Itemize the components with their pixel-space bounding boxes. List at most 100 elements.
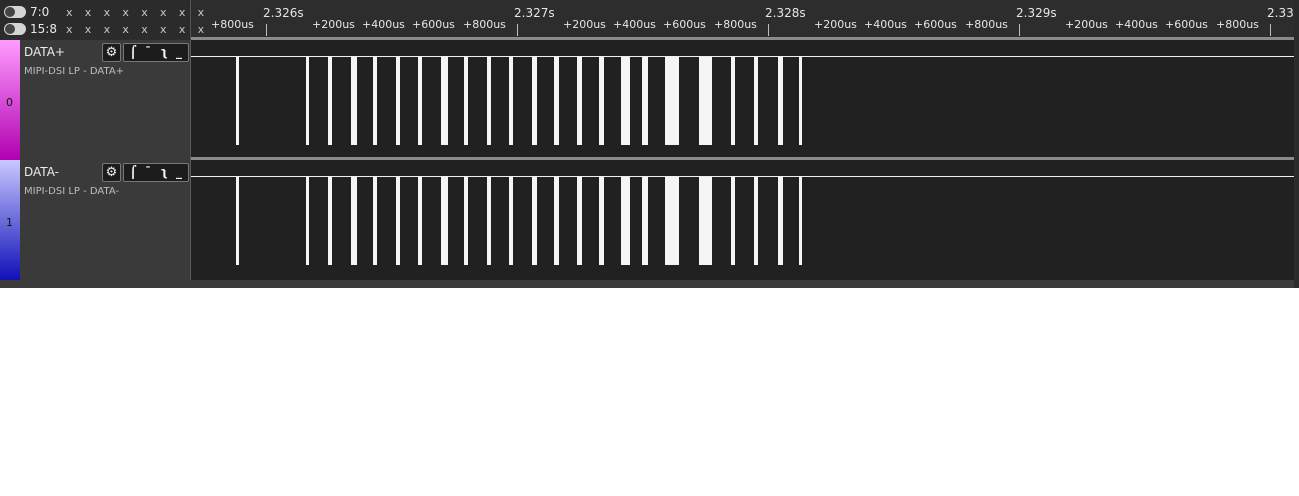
- signal-pulse: [554, 57, 559, 145]
- signal-pulse: [599, 177, 604, 265]
- signal-pulse: [799, 57, 802, 145]
- channel-number: 1: [6, 216, 13, 229]
- signal-pulse: [509, 177, 513, 265]
- low-level-trigger-icon[interactable]: _: [171, 44, 187, 61]
- major-tick-label: 2.326s: [263, 6, 304, 20]
- falling-edge-trigger-icon[interactable]: ʅ: [156, 44, 172, 61]
- signal-pulse: [351, 177, 357, 265]
- minor-tick-label: +200us: [1065, 18, 1108, 31]
- signal-pulse: [373, 177, 377, 265]
- signal-pulse: [236, 177, 239, 265]
- channel-analyzer-label: MIPI-DSI LP - DATA-: [24, 186, 120, 197]
- channel-color-strip[interactable]: 1: [0, 160, 20, 280]
- falling-edge-trigger-icon[interactable]: ʅ: [156, 164, 172, 181]
- high-level-trigger-icon[interactable]: ¯: [140, 44, 156, 61]
- signal-pulse: [642, 177, 648, 265]
- rising-edge-trigger-icon[interactable]: ⌠: [125, 44, 141, 61]
- time-ruler[interactable]: 2.326s 2.327s 2.328s 2.329s 2.33 +800us …: [191, 0, 1299, 39]
- minor-tick-label: +800us: [965, 18, 1008, 31]
- horizontal-scrollbar[interactable]: [0, 280, 1299, 288]
- channel-color-strip[interactable]: 0: [0, 40, 20, 160]
- signal-pulse: [577, 57, 582, 145]
- signal-pulse: [418, 57, 422, 145]
- signal-pulse: [441, 177, 448, 265]
- signal-pulse: [642, 57, 648, 145]
- bus-label: 7:0: [30, 5, 50, 19]
- signal-pulse: [328, 57, 332, 145]
- bus-row-low: 7:0 x x x x x x x x: [2, 3, 204, 20]
- minor-tick-label: +800us: [1216, 18, 1259, 31]
- trigger-buttons: ⌠ ¯ ʅ _: [123, 163, 189, 182]
- signal-pulse: [621, 177, 630, 265]
- major-tick-label: 2.33: [1267, 6, 1294, 20]
- signal-pulse: [306, 177, 309, 265]
- signal-pulse: [699, 57, 712, 145]
- signal-pulse: [665, 57, 679, 145]
- minor-tick-label: +200us: [563, 18, 606, 31]
- minor-tick-label: +400us: [613, 18, 656, 31]
- low-level-trigger-icon[interactable]: _: [171, 164, 187, 181]
- minor-tick-label: +400us: [1115, 18, 1158, 31]
- bus-label: 15:8: [30, 22, 57, 36]
- signal-pulse: [731, 177, 735, 265]
- bus-values: x x x x x x x x: [66, 6, 209, 19]
- waveform-svg: [191, 56, 1294, 145]
- high-level-trigger-icon[interactable]: ¯: [140, 164, 156, 181]
- signal-pulse: [373, 57, 377, 145]
- signal-pulse: [306, 57, 309, 145]
- signal-pulse: [799, 177, 802, 265]
- major-tick-mark: [1270, 24, 1271, 36]
- channel-number: 0: [6, 96, 13, 109]
- minor-tick-label: +800us: [463, 18, 506, 31]
- signal-pulse: [754, 57, 758, 145]
- channel-1-row: 1 DATA- MIPI-DSI LP - DATA- ⚙ ⌠ ¯ ʅ _: [0, 160, 1299, 280]
- signal-pulse: [621, 57, 630, 145]
- signal-pulse: [731, 57, 735, 145]
- signal-pulse: [396, 177, 400, 265]
- signal-pulse: [487, 57, 491, 145]
- minor-tick-label: +800us: [714, 18, 757, 31]
- signal-pulse: [532, 177, 537, 265]
- signal-pulse: [554, 177, 559, 265]
- minor-tick-label: +400us: [362, 18, 405, 31]
- gear-icon[interactable]: ⚙: [102, 163, 121, 182]
- channel-analyzer-label: MIPI-DSI LP - DATA+: [24, 66, 125, 77]
- channel-0-waveform[interactable]: [191, 40, 1294, 160]
- minor-tick-label: +600us: [914, 18, 957, 31]
- channel-name[interactable]: DATA+: [24, 45, 65, 59]
- signal-pulse: [351, 57, 357, 145]
- minor-tick-label: +200us: [814, 18, 857, 31]
- gear-icon[interactable]: ⚙: [102, 43, 121, 62]
- minor-tick-label: +400us: [864, 18, 907, 31]
- signal-pulse: [441, 57, 448, 145]
- signal-pulse: [754, 177, 758, 265]
- major-tick-mark: [517, 24, 518, 36]
- channel-name[interactable]: DATA-: [24, 165, 59, 179]
- signal-pulse: [396, 57, 400, 145]
- signal-pulse: [532, 57, 537, 145]
- bus-toggle-icon[interactable]: [4, 6, 26, 18]
- major-tick-mark: [1019, 24, 1020, 36]
- minor-tick-label: +600us: [1165, 18, 1208, 31]
- channel-0-row: 0 DATA+ MIPI-DSI LP - DATA+ ⚙ ⌠ ¯ ʅ _: [0, 40, 1299, 160]
- rising-edge-trigger-icon[interactable]: ⌠: [125, 164, 141, 181]
- signal-pulse: [778, 57, 783, 145]
- signal-pulse: [487, 177, 491, 265]
- signal-pulse: [464, 57, 468, 145]
- bus-values: x x x x x x x x: [66, 23, 209, 36]
- signal-pulse: [665, 177, 679, 265]
- timeline-header: 7:0 x x x x x x x x 15:8 x x x x x x x x…: [0, 0, 1299, 40]
- signal-pulse: [464, 177, 468, 265]
- minor-tick-label: +600us: [663, 18, 706, 31]
- major-tick-label: 2.327s: [514, 6, 555, 20]
- bus-display-panel: 7:0 x x x x x x x x 15:8 x x x x x x x x: [0, 0, 204, 39]
- major-tick-mark: [266, 24, 267, 36]
- signal-pulse: [328, 177, 332, 265]
- channel-settings-panel: DATA+ MIPI-DSI LP - DATA+ ⚙ ⌠ ¯ ʅ _: [20, 40, 191, 160]
- signal-pulse: [418, 177, 422, 265]
- vertical-scrollbar[interactable]: [1294, 0, 1299, 288]
- channel-1-waveform[interactable]: [191, 160, 1294, 280]
- signal-pulse: [509, 57, 513, 145]
- minor-tick-label: +800us: [211, 18, 254, 31]
- bus-toggle-icon[interactable]: [4, 23, 26, 35]
